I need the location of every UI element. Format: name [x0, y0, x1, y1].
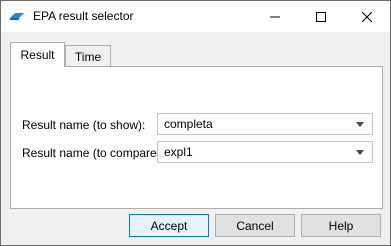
- close-icon: [362, 11, 372, 22]
- minimize-button[interactable]: [252, 1, 298, 32]
- tab-result[interactable]: Result: [10, 42, 65, 67]
- result-show-label: Result name (to show):: [22, 118, 146, 132]
- minimize-icon: [270, 16, 280, 17]
- app-icon: [9, 9, 25, 23]
- maximize-icon: [316, 11, 326, 22]
- tab-time[interactable]: Time: [65, 45, 111, 67]
- window-title: EPA result selector: [33, 9, 134, 23]
- result-tab-panel: Result name (to show): completa Result n…: [10, 66, 383, 209]
- dropdown-arrow-icon: [356, 122, 364, 127]
- dropdown-arrow-icon: [356, 150, 364, 155]
- result-compare-label: Result name (to compare):: [22, 146, 165, 160]
- epa-result-selector-window: EPA result selector Result Time Result n…: [0, 0, 391, 246]
- accept-button[interactable]: Accept: [129, 214, 209, 237]
- maximize-button[interactable]: [298, 1, 344, 32]
- close-button[interactable]: [344, 1, 390, 32]
- result-compare-dropdown[interactable]: expl1: [157, 141, 373, 163]
- result-show-value: completa: [164, 117, 213, 131]
- title-bar: EPA result selector: [1, 1, 390, 32]
- help-button[interactable]: Help: [301, 214, 381, 237]
- cancel-button[interactable]: Cancel: [215, 214, 295, 237]
- result-compare-value: expl1: [164, 145, 193, 159]
- result-show-dropdown[interactable]: completa: [157, 113, 373, 135]
